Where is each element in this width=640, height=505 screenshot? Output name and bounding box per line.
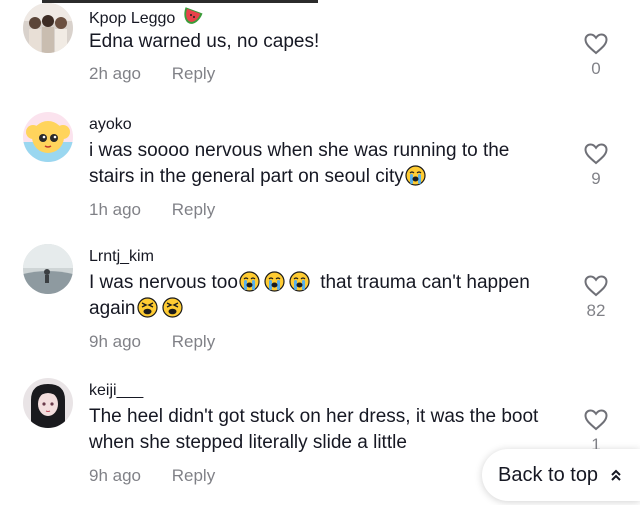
- watermelon-icon: [181, 6, 203, 26]
- loudly-crying-face-icon: [405, 165, 426, 186]
- comment-text: The heel didn't got stuck on her dress, …: [89, 406, 539, 453]
- comment-meta: 9h ago Reply: [89, 332, 215, 352]
- comment-time: 1h ago: [89, 200, 141, 219]
- comment-meta: 2h ago Reply: [89, 64, 215, 84]
- back-to-top-button[interactable]: Back to top: [482, 449, 640, 501]
- avatar[interactable]: [23, 3, 73, 53]
- comment-username[interactable]: ayoko: [89, 116, 132, 134]
- heart-icon: [584, 409, 608, 431]
- scroll-progress-bar: [42, 0, 318, 3]
- comment-text: I was nervous too that trauma can't happ…: [89, 271, 530, 319]
- double-chevron-up-icon: [610, 468, 622, 482]
- tired-face-icon: [136, 297, 158, 318]
- loudly-crying-face-icon: [239, 271, 260, 292]
- heart-icon: [584, 275, 608, 297]
- comment-time: 9h ago: [89, 466, 141, 485]
- avatar[interactable]: [23, 244, 73, 294]
- comment-time: 2h ago: [89, 64, 141, 83]
- comment-text: i was soooo nervous when she was running…: [89, 140, 510, 187]
- comment-meta: 9h ago Reply: [89, 466, 215, 486]
- reply-button[interactable]: Reply: [172, 332, 215, 351]
- avatar[interactable]: [23, 378, 73, 428]
- loudly-crying-face-icon: [289, 271, 310, 292]
- like-button[interactable]: 82: [578, 275, 614, 321]
- like-count: 9: [591, 169, 601, 188]
- back-to-top-label: Back to top: [498, 463, 599, 486]
- heart-icon: [584, 143, 608, 165]
- like-button[interactable]: 0: [578, 33, 614, 79]
- comment-time: 9h ago: [89, 332, 141, 351]
- reply-button[interactable]: Reply: [172, 200, 215, 219]
- comment-meta: 1h ago Reply: [89, 200, 215, 220]
- like-button[interactable]: 9: [578, 143, 614, 189]
- comment-text: Edna warned us, no capes!: [89, 31, 320, 52]
- reply-button[interactable]: Reply: [172, 466, 215, 485]
- tired-face-icon: [161, 297, 183, 318]
- like-count: 0: [591, 59, 601, 78]
- loudly-crying-face-icon: [264, 271, 285, 292]
- heart-icon: [584, 33, 608, 55]
- like-count: 82: [586, 301, 606, 320]
- comment-username[interactable]: Lrntj_kim: [89, 248, 154, 266]
- reply-button[interactable]: Reply: [172, 64, 215, 83]
- comment-username[interactable]: keiji___: [89, 382, 143, 400]
- avatar[interactable]: [23, 112, 73, 162]
- comment-username[interactable]: Kpop Leggo: [89, 6, 204, 28]
